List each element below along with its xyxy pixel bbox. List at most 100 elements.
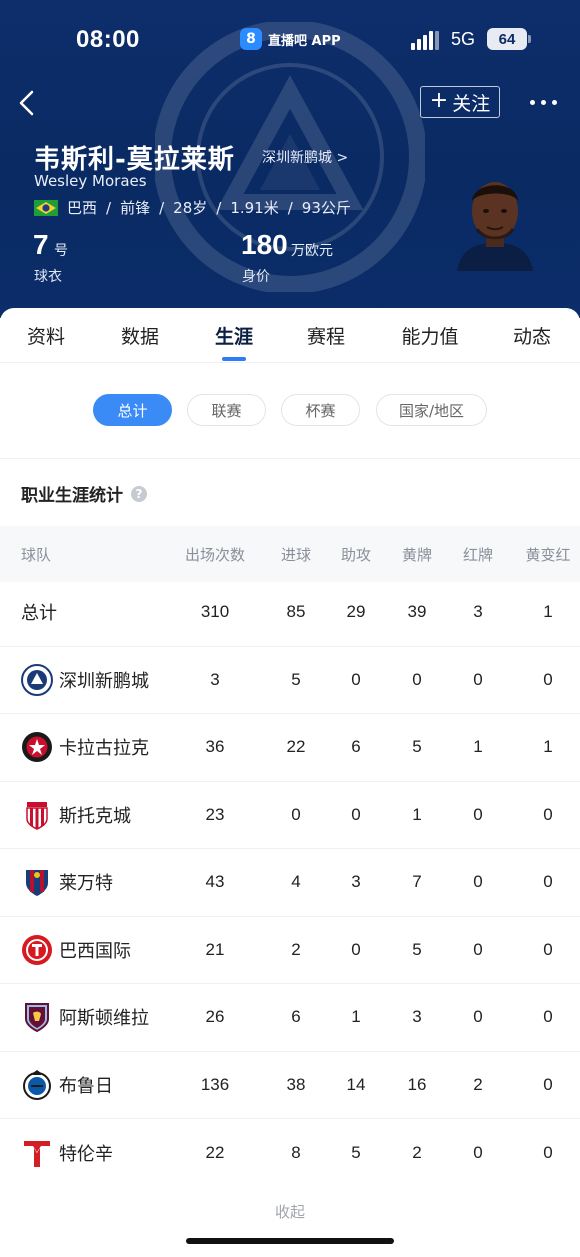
row-team: 布鲁日 (59, 1075, 113, 1097)
cell-yellow: 5 (412, 939, 422, 959)
col-second-yellow: 黄变红 (525, 546, 571, 564)
col-yellow-cards: 黄牌 (401, 546, 433, 564)
row-team: 深圳新鹏城 (59, 670, 149, 692)
source-app-label: 直播吧 APP (268, 33, 341, 49)
filter-cup[interactable]: 杯赛 (281, 394, 360, 426)
table-row[interactable]: 阿斯顿维拉 26 6 1 3 0 0 (0, 984, 580, 1052)
cell-goals: 38 (286, 1074, 306, 1094)
filter-chips: 总计 联赛 杯赛 国家/地区 (0, 394, 580, 426)
player-name: 韦斯利-莫拉莱斯 (34, 145, 235, 175)
row-team: 阿斯顿维拉 (59, 1008, 149, 1030)
stoke-city-crest-icon (26, 801, 48, 830)
signal-icon (411, 31, 439, 50)
cell-appearances: 26 (205, 1007, 225, 1027)
player-header: 08:00 8 直播吧 APP 5G 64 + 关注 韦斯利-莫拉莱斯 深圳新鹏… (0, 0, 580, 318)
cell-goals: 2 (291, 939, 301, 959)
filter-league[interactable]: 联赛 (187, 394, 266, 426)
filter-total[interactable]: 总计 (93, 394, 172, 426)
row-team: 总计 (21, 603, 57, 625)
app-logo-icon: 8 (240, 28, 262, 50)
col-goals: 进球 (280, 546, 312, 564)
table-header: 球队 出场次数 进球 助攻 黄牌 红牌 黄变红 (0, 526, 580, 582)
tab-profile[interactable]: 资料 (27, 322, 65, 349)
divider (0, 458, 580, 459)
active-tab-indicator (222, 357, 246, 361)
row-team: 特伦辛 (59, 1143, 113, 1165)
career-panel: 资料 数据 生涯 赛程 能力值 动态 总计 联赛 杯赛 国家/地区 职业生涯统计… (0, 308, 580, 1257)
cell-second-yellow: 0 (543, 939, 553, 959)
cell-red: 0 (473, 669, 483, 689)
cell-yellow: 3 (412, 1007, 422, 1027)
filter-national[interactable]: 国家/地区 (376, 394, 487, 426)
cell-appearances: 23 (205, 804, 225, 824)
follow-button[interactable]: + 关注 (420, 86, 500, 118)
cell-second-yellow: 0 (543, 669, 553, 689)
cell-yellow: 2 (412, 1142, 422, 1162)
tab-career[interactable]: 生涯 (215, 322, 253, 349)
player-position: 前锋 (120, 199, 151, 217)
cell-assists: 6 (351, 737, 361, 757)
trencin-crest-icon (24, 1140, 50, 1167)
career-stats-title: 职业生涯统计 (21, 486, 123, 506)
tab-schedule[interactable]: 赛程 (307, 322, 345, 349)
row-team: 巴西国际 (59, 940, 131, 962)
cell-second-yellow: 1 (543, 737, 553, 757)
shirt-unit: 号 (54, 243, 68, 259)
col-appearances: 出场次数 (184, 546, 246, 564)
player-age: 28岁 (173, 199, 208, 217)
help-icon[interactable]: ? (131, 485, 147, 502)
cell-goals: 4 (291, 872, 301, 892)
table-row[interactable]: 特伦辛 22 8 5 2 0 0 (0, 1119, 580, 1187)
brazil-flag-icon (34, 199, 58, 216)
row-team: 莱万特 (59, 873, 113, 895)
table-row[interactable]: 斯托克城 23 0 0 1 0 0 (0, 782, 580, 849)
back-arrow-icon[interactable] (16, 90, 38, 116)
player-height: 1.91米 (230, 199, 279, 217)
more-options-icon[interactable] (530, 94, 562, 110)
table-row[interactable]: 莱万特 43 4 3 7 0 0 (0, 849, 580, 917)
cell-goals: 22 (286, 737, 306, 757)
collapse-button[interactable]: 收起 (275, 1201, 305, 1222)
table-row[interactable]: 布鲁日 136 38 14 16 2 0 (0, 1052, 580, 1119)
cell-red: 0 (473, 939, 483, 959)
status-bar: 08:00 8 直播吧 APP 5G 64 (0, 0, 580, 76)
table-row[interactable]: 深圳新鹏城 3 5 0 0 0 0 (0, 647, 580, 714)
source-app-indicator[interactable]: 8 直播吧 APP (240, 28, 341, 50)
cell-assists: 0 (351, 669, 361, 689)
tab-data[interactable]: 数据 (121, 322, 159, 349)
home-indicator[interactable] (186, 1238, 394, 1244)
table-row[interactable]: 巴西国际 21 2 0 5 0 0 (0, 917, 580, 984)
follow-label: 关注 (452, 92, 491, 115)
cell-second-yellow: 0 (543, 872, 553, 892)
status-time: 08:00 (76, 26, 140, 53)
cell-red: 0 (473, 804, 483, 824)
tab-news[interactable]: 动态 (513, 322, 551, 349)
cell-yellow: 7 (412, 872, 422, 892)
internacional-crest-icon (22, 934, 52, 965)
cell-yellow: 39 (407, 602, 427, 622)
plus-icon: + (429, 88, 449, 113)
cell-red: 0 (473, 872, 483, 892)
levante-crest-icon (26, 870, 48, 897)
cell-appearances: 22 (205, 1142, 225, 1162)
shirt-label: 球衣 (34, 269, 62, 285)
aston-villa-crest-icon (25, 1003, 49, 1033)
market-value-unit: 万欧元 (291, 243, 333, 259)
cell-yellow: 1 (412, 804, 422, 824)
cell-assists: 0 (351, 804, 361, 824)
cell-goals: 0 (291, 804, 301, 824)
player-weight: 93公斤 (301, 199, 351, 217)
divider (0, 362, 580, 363)
market-value-label: 身价 (242, 269, 270, 285)
table-row[interactable]: 卡拉古拉克 36 22 6 5 1 1 (0, 714, 580, 782)
cell-assists: 0 (351, 939, 361, 959)
cell-assists: 3 (351, 872, 361, 892)
market-value-number: 180 (241, 229, 288, 260)
cell-goals: 8 (291, 1142, 301, 1162)
tab-ability[interactable]: 能力值 (401, 322, 458, 349)
club-link[interactable]: 深圳新鹏城 > (262, 147, 348, 167)
player-english-name: Wesley Moraes (34, 172, 147, 190)
cell-appearances: 310 (200, 602, 230, 622)
cell-appearances: 43 (205, 872, 225, 892)
cell-red: 2 (473, 1074, 483, 1094)
